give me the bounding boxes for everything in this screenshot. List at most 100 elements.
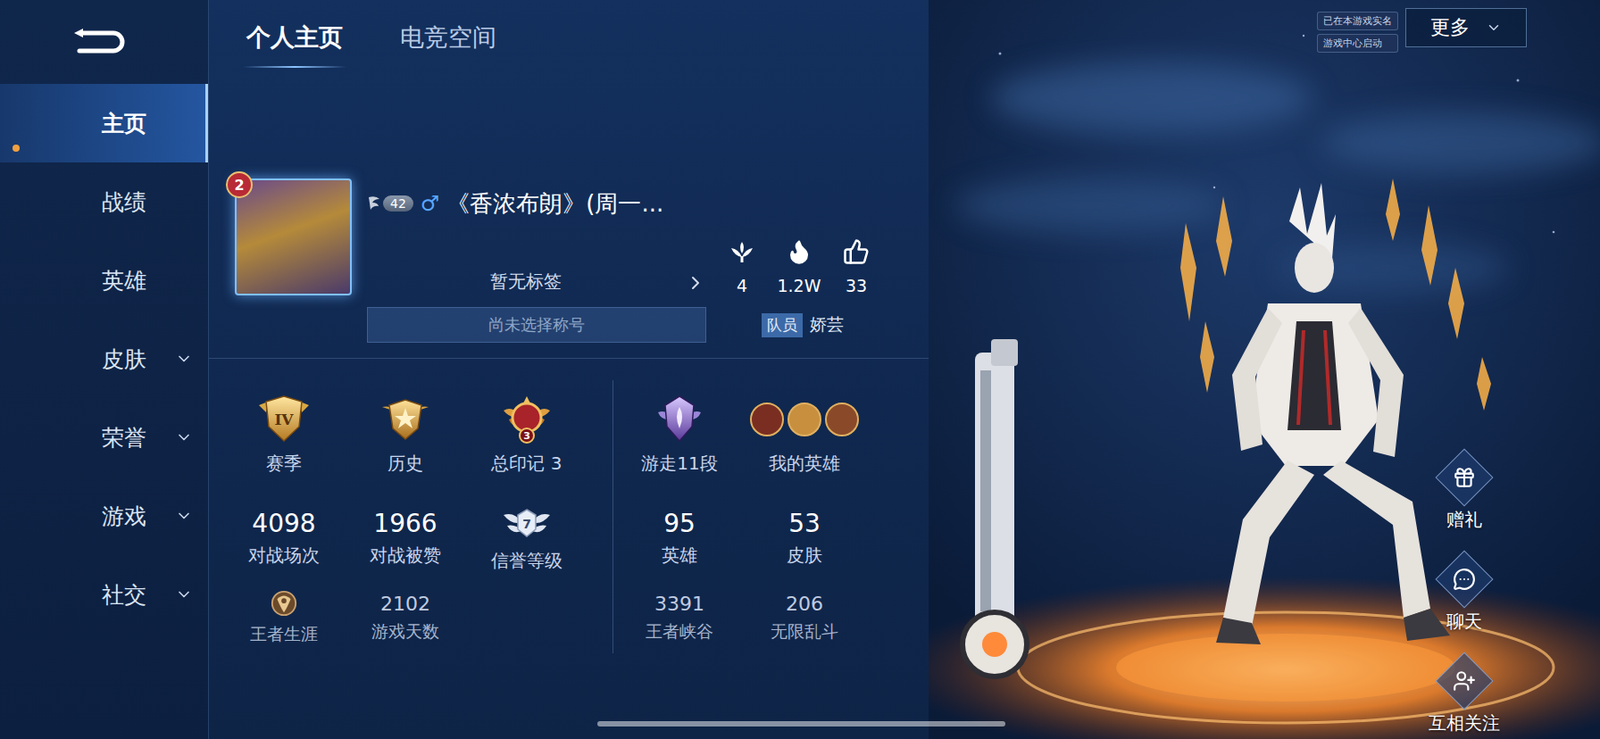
gift-icon <box>1452 466 1476 490</box>
hero-stage: 已在本游戏实名游戏中心启动更多赠礼聊天互相关注 <box>928 0 1600 739</box>
profile-stat[interactable]: 4 <box>713 227 771 300</box>
overview-stat[interactable]: 2102 游戏天数 <box>344 589 467 647</box>
overview-badge[interactable]: 王者生涯 <box>223 589 345 647</box>
overview-badge[interactable]: 游走11段 <box>616 380 742 488</box>
badge-label: 历史 <box>387 451 424 476</box>
overview-left: IV赛季历史 3 总印记 3 4098 对战场次 1966对战被赞 7 信誉等级王者生涯 210… <box>208 380 613 647</box>
team-info[interactable]: 队员娇芸 <box>706 307 885 343</box>
sidebar-item[interactable]: 主页 <box>0 83 209 163</box>
overview-badge[interactable]: IV赛季 <box>223 380 345 488</box>
hero-portraits <box>750 392 859 447</box>
stat-label: 无限乱斗 <box>770 620 839 644</box>
back-button[interactable] <box>0 0 209 84</box>
overview-stat[interactable]: 1966对战被赞 <box>344 498 467 579</box>
profile-stat[interactable]: 33 <box>827 227 885 300</box>
teammate-name: 娇芸 <box>809 313 844 337</box>
sidebar-item[interactable]: 英雄 <box>0 241 209 320</box>
action-diamond <box>1435 652 1493 710</box>
stat-value: 4098 <box>251 508 316 539</box>
stat-label: 对战场次 <box>248 543 320 568</box>
more-button[interactable]: 更多 <box>1405 8 1527 48</box>
popularity-icon <box>728 238 756 266</box>
action-label: 聊天 <box>1446 609 1483 634</box>
mark-badge-icon: 3 <box>500 392 554 447</box>
stat-value: 3391 <box>654 592 705 616</box>
profile-stat[interactable]: 1.2W <box>770 227 828 300</box>
thumbs-up-icon <box>842 238 870 266</box>
overview-badge[interactable]: 我的英雄 <box>741 380 867 488</box>
stat-label: 王者峡谷 <box>645 620 714 644</box>
svg-text:3: 3 <box>523 430 531 442</box>
title-select[interactable]: 尚未选择称号 <box>366 307 707 343</box>
team-role: 队员 <box>761 313 803 338</box>
stat-value: 206 <box>785 592 824 616</box>
sidebar-item[interactable]: 战绩 <box>0 162 209 242</box>
avatar-badge: 2 <box>225 171 253 199</box>
chevron-down-icon <box>175 585 193 604</box>
action-label: 互相关注 <box>1428 711 1500 736</box>
badge-label: 总印记 3 <box>491 451 562 476</box>
profile-stat-value: 1.2W <box>776 275 821 296</box>
action-button[interactable]: 聊天 <box>1435 550 1493 634</box>
overview-stat[interactable]: 4098 对战场次 <box>223 498 345 579</box>
follow-icon <box>1452 669 1476 693</box>
home-indicator[interactable] <box>597 721 1006 727</box>
tag-text: 暂无标签 <box>366 269 685 294</box>
avatar[interactable]: 2 <box>234 178 352 296</box>
profile-stat-value: 4 <box>736 275 748 296</box>
hero-artwork <box>928 0 1600 739</box>
overview-badge[interactable]: 3 总印记 3 <box>466 380 588 488</box>
chevron-down-icon <box>175 507 193 525</box>
badge-label: 赛季 <box>266 451 302 476</box>
chevron-down-icon <box>175 350 193 368</box>
profile-screen: 主页战绩英雄皮肤荣誉游戏社交个人主页电竞空间242♂《香浓布朗》(周一...暂无… <box>0 0 1600 739</box>
realname-tags: 已在本游戏实名游戏中心启动 <box>1316 8 1399 53</box>
action-button[interactable]: 互相关注 <box>1428 652 1500 736</box>
overview-stat[interactable]: 3391 王者峡谷 <box>616 589 742 647</box>
chevron-down-icon <box>175 428 193 447</box>
tab[interactable]: 个人主页 <box>242 19 347 68</box>
tab[interactable]: 电竞空间 <box>396 19 500 68</box>
sidebar-item-label: 战绩 <box>101 187 193 217</box>
action-button[interactable]: 赠礼 <box>1435 449 1493 533</box>
overview-right: 游走11段我的英雄 95 英雄 53皮肤 3391 王者峡谷 206 无限乱斗 <box>612 380 867 654</box>
action-buttons: 赠礼聊天互相关注 <box>1428 449 1500 736</box>
stat-value: 2102 <box>380 592 431 616</box>
profile-info: 42♂《香浓布朗》(周一...暂无标签41.2W33尚未选择称号队员娇芸 <box>366 187 885 343</box>
top-right-bar: 已在本游戏实名游戏中心启动更多 <box>928 0 1600 53</box>
sidebar-item-label: 荣誉 <box>101 423 175 453</box>
profile-stat-value: 33 <box>845 275 867 296</box>
badge-label: 信誉等级 <box>491 549 563 574</box>
stat-label: 英雄 <box>661 543 698 568</box>
action-label: 赠礼 <box>1446 508 1483 533</box>
sidebar-item-label: 英雄 <box>101 266 193 296</box>
realname-tag: 游戏中心启动 <box>1316 33 1399 53</box>
wing-icon <box>366 193 382 214</box>
hero-portrait <box>750 402 784 437</box>
main: 个人主页电竞空间242♂《香浓布朗》(周一...暂无标签41.2W33尚未选择称… <box>208 0 1600 739</box>
overview-badge[interactable]: 历史 <box>344 380 467 488</box>
sidebar-item-label: 社交 <box>101 580 175 610</box>
sidebar-item[interactable]: 游戏 <box>0 476 209 556</box>
badge-label: 王者生涯 <box>250 623 318 647</box>
level-value: 42 <box>383 195 414 212</box>
flame-icon <box>785 238 813 266</box>
name-row: 42♂《香浓布朗》(周一... <box>366 187 885 220</box>
overview-stat[interactable]: 206 无限乱斗 <box>741 589 867 647</box>
overview-stat[interactable]: 53皮肤 <box>741 498 867 579</box>
stat-label: 游戏天数 <box>371 620 440 644</box>
overview-badge[interactable]: 7 信誉等级 <box>466 498 588 579</box>
sidebar-item[interactable]: 皮肤 <box>0 319 209 399</box>
gender-icon: ♂ <box>420 191 441 217</box>
stat-value: 53 <box>788 508 821 539</box>
sidebar-item[interactable]: 社交 <box>0 555 209 634</box>
sidebar-item-label: 主页 <box>101 108 193 139</box>
hero-portrait <box>825 402 859 437</box>
back-icon[interactable] <box>68 26 132 58</box>
svg-text:7: 7 <box>522 516 532 532</box>
sidebar-item[interactable]: 荣誉 <box>0 398 209 477</box>
tag-link[interactable]: 暂无标签 <box>366 227 707 300</box>
overview-stat[interactable]: 95 英雄 <box>616 498 742 579</box>
tab-bar: 个人主页电竞空间 <box>208 0 929 81</box>
stat-value: 95 <box>663 508 696 539</box>
